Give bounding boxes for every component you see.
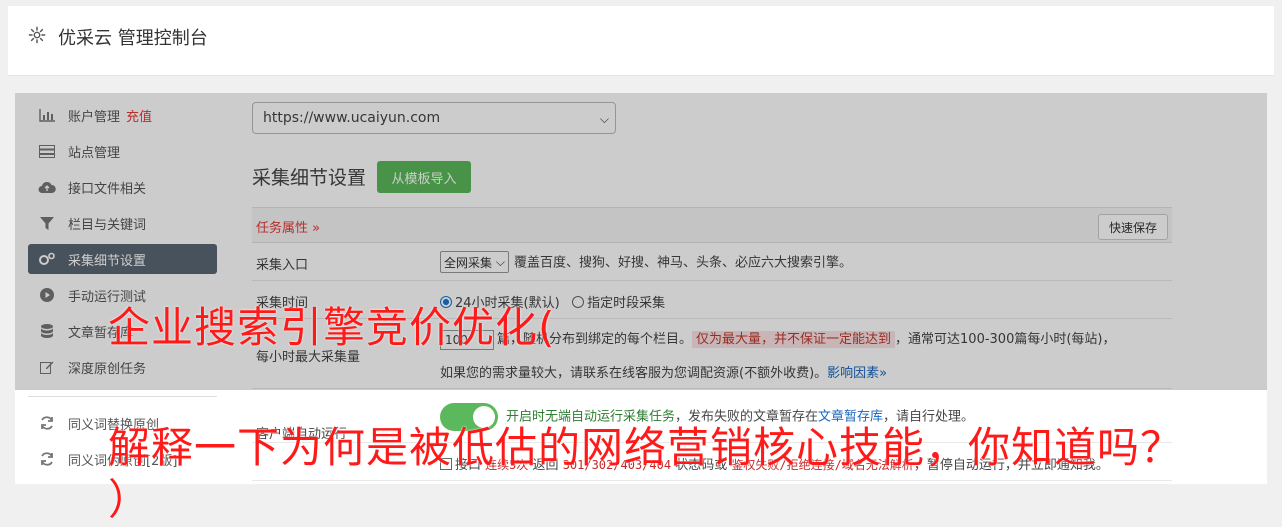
- sidebar-item-label: 采集细节设置: [68, 253, 147, 269]
- row-entry: 采集入口 全网采集 ⌵ 覆盖百度、搜狗、好搜、神马、头条、必应六大搜索引擎。: [252, 243, 1172, 281]
- database-icon: [38, 324, 56, 338]
- task-attributes-toggle[interactable]: 任务属性 »: [256, 217, 320, 236]
- sidebar-item-label: 账户管理: [68, 109, 121, 125]
- server-icon: [38, 144, 56, 158]
- sidebar-item-columns-keywords[interactable]: 栏目与关键词: [28, 208, 217, 238]
- sidebar-divider: [28, 396, 217, 397]
- edit-icon: [38, 360, 56, 374]
- sidebar-item-account[interactable]: 账户管理 充值: [28, 100, 217, 130]
- refresh-icon: [38, 452, 56, 466]
- sidebar-item-label: 接口文件相关: [68, 181, 147, 197]
- gear-icon: [28, 26, 46, 44]
- watermark-line-3: ）: [108, 475, 152, 524]
- watermark-line-1: 企业搜索引擎竞价优化(: [108, 303, 556, 352]
- quick-save-button[interactable]: 快速保存: [1098, 214, 1168, 240]
- sidebar-item-deep-original[interactable]: 深度原创任务: [28, 352, 217, 382]
- page-title: 优采云 管理控制台: [58, 28, 208, 49]
- sidebar-item-interface-files[interactable]: 接口文件相关: [28, 172, 217, 202]
- sidebar-item-label: 深度原创任务: [68, 361, 147, 377]
- recharge-link[interactable]: 充值: [126, 106, 152, 125]
- chevron-down-icon: ⌵: [599, 112, 609, 126]
- refresh-icon: [38, 416, 56, 430]
- sidebar-item-sites[interactable]: 站点管理: [28, 136, 217, 166]
- cogs-icon: [38, 252, 56, 266]
- radio-period[interactable]: [572, 296, 585, 308]
- site-select[interactable]: https://www.ucaiyun.com ⌵: [252, 102, 616, 134]
- sidebar-item-label: 站点管理: [68, 145, 121, 161]
- page-header: 优采云 管理控制台: [8, 6, 1274, 76]
- row-label: 采集入口: [256, 258, 309, 273]
- watermark-line-2: 解释一下为何是被低估的网络营销核心技能，你知道吗？: [108, 423, 1184, 472]
- sidebar-item-label: 栏目与关键词: [68, 217, 147, 233]
- section-title: 采集细节设置: [252, 167, 367, 189]
- bar-chart-icon: [38, 108, 56, 122]
- row-value-line2: 如果您的需求量较大，请联系在线客服为您调配资源(不额外收费)。影响因素»: [440, 366, 888, 381]
- factors-link[interactable]: 影响因素»: [827, 366, 887, 381]
- chevron-down-icon: ⌵: [495, 254, 505, 269]
- sidebar-item-collection-settings[interactable]: 采集细节设置: [28, 244, 217, 274]
- play-circle-icon: [38, 288, 56, 302]
- cloud-upload-icon: [38, 180, 56, 194]
- import-from-template-button[interactable]: 从模板导入: [377, 161, 471, 193]
- filter-icon: [38, 216, 56, 230]
- task-attributes-bar: 任务属性 » 快速保存: [252, 207, 1172, 243]
- row-value: 全网采集 ⌵ 覆盖百度、搜狗、好搜、神马、头条、必应六大搜索引擎。: [440, 251, 852, 273]
- site-url-value: https://www.ucaiyun.com: [263, 110, 441, 126]
- entry-select[interactable]: 全网采集 ⌵: [440, 251, 509, 273]
